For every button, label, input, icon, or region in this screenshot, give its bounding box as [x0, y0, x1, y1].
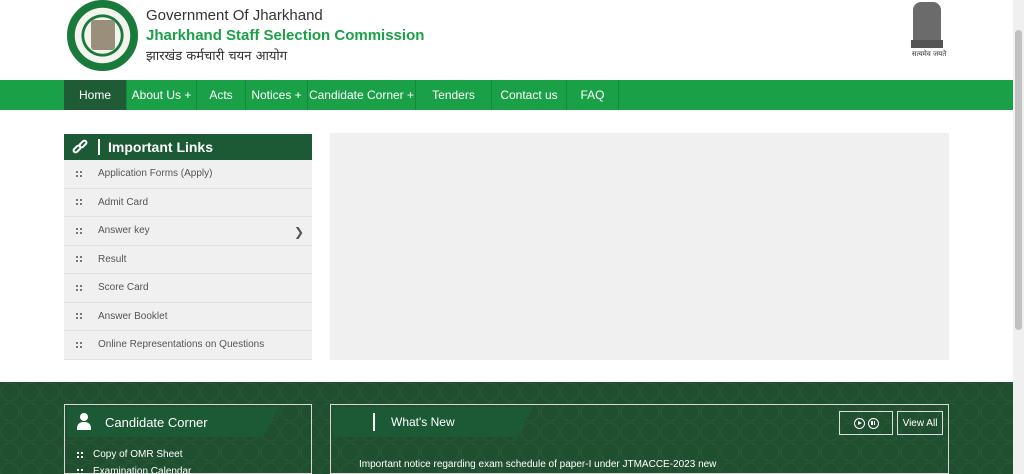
important-links-panel: Important Links Application Forms (Apply…: [64, 134, 312, 360]
bullet-icon: [76, 284, 84, 292]
candidate-corner-panel: Candidate Corner Copy of OMR Sheet Exami…: [64, 404, 312, 474]
footer-band: Candidate Corner Copy of OMR Sheet Exami…: [0, 382, 1013, 474]
emblem-motto: सत्यमेव जयते: [911, 50, 947, 58]
cc-item-omr-sheet[interactable]: Copy of OMR Sheet: [77, 449, 182, 460]
main-nav: Home About Us + Acts Notices + Candidate…: [0, 80, 1013, 110]
gov-title: Government Of Jharkhand: [146, 7, 323, 24]
nav-contact-us[interactable]: Contact us: [492, 80, 567, 110]
bullet-icon: [76, 198, 84, 206]
link-label: Online Representations on Questions: [98, 339, 265, 351]
page-scrollbar[interactable]: [1013, 0, 1024, 474]
user-edit-icon: [77, 413, 93, 431]
nav-candidate-corner[interactable]: Candidate Corner +: [308, 80, 416, 110]
important-links-list: Application Forms (Apply) Admit Card Ans…: [64, 160, 312, 360]
bullet-icon: [77, 451, 85, 459]
header-divider: [373, 413, 375, 431]
emblem-base: [911, 40, 943, 48]
link-icon: [71, 138, 90, 156]
play-icon[interactable]: [853, 417, 865, 429]
main-content: Important Links Application Forms (Apply…: [0, 110, 1013, 382]
play-pause-button[interactable]: [839, 411, 893, 435]
nav-faq[interactable]: FAQ: [567, 80, 619, 110]
scrollbar-thumb[interactable]: [1015, 30, 1022, 330]
link-result[interactable]: Result: [64, 246, 312, 274]
link-label: Answer Booklet: [98, 310, 168, 322]
whats-new-panel: What's New View All Important notice reg…: [330, 404, 949, 474]
site-header: Government Of Jharkhand Jharkhand Staff …: [0, 0, 1013, 80]
cc-item-label: Copy of OMR Sheet: [93, 449, 183, 460]
org-title: Jharkhand Staff Selection Commission: [146, 27, 425, 44]
hindi-title: झारखंड कर्मचारी चयन आयोग: [146, 49, 288, 64]
link-online-representations[interactable]: Online Representations on Questions: [64, 331, 312, 360]
logo-emblem-icon: [91, 20, 115, 50]
banner-slider[interactable]: [330, 133, 949, 360]
pause-icon[interactable]: [867, 417, 879, 429]
bullet-icon: [77, 468, 85, 474]
nav-tenders[interactable]: Tenders: [416, 80, 492, 110]
national-emblem: सत्यमेव जयते: [905, 0, 949, 62]
link-label: Application Forms (Apply): [98, 168, 213, 180]
jharkhand-logo[interactable]: [67, 0, 138, 71]
header-divider: [98, 139, 100, 155]
important-links-title: Important Links: [108, 139, 214, 155]
cc-item-exam-calendar[interactable]: Examination Calendar: [77, 466, 191, 474]
link-label: Answer key: [98, 225, 150, 237]
link-answer-key[interactable]: Answer key ❯: [64, 217, 312, 246]
view-all-button[interactable]: View All: [897, 411, 943, 435]
link-score-card[interactable]: Score Card: [64, 274, 312, 303]
link-answer-booklet[interactable]: Answer Booklet: [64, 303, 312, 331]
ashoka-lions-icon: [913, 2, 941, 42]
link-label: Admit Card: [98, 196, 149, 208]
candidate-corner-title: Candidate Corner: [105, 414, 208, 430]
link-label: Score Card: [98, 282, 149, 294]
bullet-icon: [76, 341, 84, 349]
whats-new-title: What's New: [391, 415, 455, 429]
nav-about-us[interactable]: About Us +: [127, 80, 197, 110]
nav-notices[interactable]: Notices +: [246, 80, 308, 110]
whats-new-ticker[interactable]: Important notice regarding exam schedule…: [359, 459, 716, 470]
candidate-corner-header: Candidate Corner: [67, 407, 280, 437]
link-label: Result: [98, 253, 127, 265]
link-application-forms[interactable]: Application Forms (Apply): [64, 160, 312, 189]
bullet-icon: [76, 255, 84, 263]
whats-new-header: What's New: [333, 407, 534, 437]
nav-home[interactable]: Home: [64, 80, 127, 110]
bullet-icon: [76, 170, 84, 178]
cc-item-label: Examination Calendar: [93, 466, 192, 474]
nav-acts[interactable]: Acts: [197, 80, 246, 110]
important-links-header: Important Links: [64, 134, 312, 160]
bullet-icon: [76, 312, 84, 320]
link-admit-card[interactable]: Admit Card: [64, 189, 312, 217]
chevron-right-icon[interactable]: ❯: [294, 225, 304, 239]
bullet-icon: [76, 227, 84, 235]
